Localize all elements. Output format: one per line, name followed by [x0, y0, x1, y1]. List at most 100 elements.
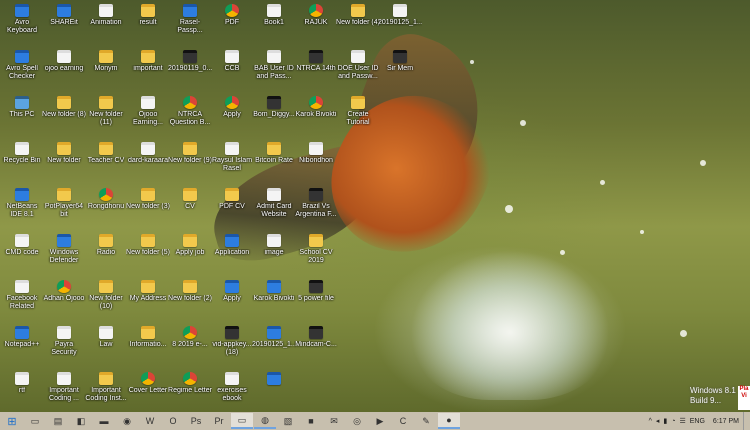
- desktop-icon[interactable]: ojoo earning: [42, 48, 86, 94]
- desktop-icon[interactable]: Brazil Vs Argentina F...: [294, 186, 338, 232]
- desktop-icon[interactable]: RAJUK: [294, 2, 338, 48]
- windows-start-icon[interactable]: ⊞: [1, 413, 23, 429]
- taskbar-firefox-icon[interactable]: ◉: [116, 413, 138, 429]
- desktop-icon[interactable]: Cover Letter: [126, 370, 170, 416]
- desktop-icon[interactable]: Rongdhonu: [84, 186, 128, 232]
- desktop-icon[interactable]: My Address: [126, 278, 170, 324]
- taskbar-task-view-icon[interactable]: ▭: [24, 413, 46, 429]
- desktop-icon[interactable]: Admit Card Website: [252, 186, 296, 232]
- desktop-icon[interactable]: PotPlayer64 bit: [42, 186, 86, 232]
- desktop-icon[interactable]: Karok Bivokti: [294, 94, 338, 140]
- desktop-icon[interactable]: Radio: [84, 232, 128, 278]
- desktop-icon[interactable]: Payra Security: [42, 324, 86, 370]
- taskbar-sticky-icon[interactable]: ■: [300, 413, 322, 429]
- desktop-icon[interactable]: Law: [84, 324, 128, 370]
- desktop-icon[interactable]: vid-appkey... (18): [210, 324, 254, 370]
- desktop-icon[interactable]: Informatio...: [126, 324, 170, 370]
- desktop-icon[interactable]: important: [126, 48, 170, 94]
- desktop-icon[interactable]: Facebook Related: [0, 278, 44, 324]
- desktop-icon[interactable]: Ojooo Earning...: [126, 94, 170, 140]
- desktop-icon[interactable]: Notepad++: [0, 324, 44, 370]
- tray-icon[interactable]: ◔: [671, 418, 675, 425]
- desktop-icon[interactable]: Create Tutorial: [336, 94, 380, 140]
- desktop-icon[interactable]: PDF: [210, 2, 254, 48]
- desktop-icon[interactable]: 20190125_1...: [252, 324, 296, 370]
- desktop-icon[interactable]: Monym: [84, 48, 128, 94]
- taskbar-folder-icon[interactable]: ▬: [93, 413, 115, 429]
- desktop-icon[interactable]: Recycle Bin: [0, 140, 44, 186]
- taskbar-chrome-icon[interactable]: ◍: [254, 413, 276, 429]
- taskbar-premiere-icon[interactable]: Pr: [208, 413, 230, 429]
- taskbar-recorder-icon[interactable]: ●: [438, 413, 460, 429]
- desktop-icon[interactable]: result: [126, 2, 170, 48]
- desktop-icon[interactable]: Animation: [84, 2, 128, 48]
- desktop-icon[interactable]: Apply: [210, 278, 254, 324]
- desktop-icon[interactable]: 20190125_1...: [378, 2, 422, 48]
- desktop-icon[interactable]: Windows Defender: [42, 232, 86, 278]
- desktop-icon[interactable]: Regime Letter: [168, 370, 212, 416]
- desktop-icon[interactable]: New folder (9): [168, 140, 212, 186]
- desktop-icon[interactable]: SHAREit: [42, 2, 86, 48]
- desktop-icon[interactable]: New folder (8): [42, 94, 86, 140]
- desktop-icon[interactable]: exercises ebook: [210, 370, 254, 416]
- desktop-icon[interactable]: 8 2019 e-...: [168, 324, 212, 370]
- desktop-icon[interactable]: Rasel-Passp...: [168, 2, 212, 48]
- desktop-icon[interactable]: Application: [210, 232, 254, 278]
- desktop-icon[interactable]: School CV 2019: [294, 232, 338, 278]
- desktop-icon[interactable]: image: [252, 232, 296, 278]
- desktop-icon[interactable]: Bitcoin Rate: [252, 140, 296, 186]
- desktop-icon[interactable]: New folder: [42, 140, 86, 186]
- taskbar-c-app-icon[interactable]: C: [392, 413, 414, 429]
- desktop-icon[interactable]: Apply job: [168, 232, 212, 278]
- desktop-icon[interactable]: NTRCA 14th: [294, 48, 338, 94]
- desktop-icon[interactable]: Avro Keyboard: [0, 2, 44, 48]
- desktop-icon[interactable]: New folder (3): [126, 186, 170, 232]
- desktop-icon[interactable]: PDF CV: [210, 186, 254, 232]
- taskbar-explorer-open-icon[interactable]: ▭: [231, 413, 253, 429]
- desktop-icon[interactable]: Karok Bivokti: [252, 278, 296, 324]
- desktop-icon[interactable]: New folder (10): [84, 278, 128, 324]
- desktop-icon[interactable]: This PC: [0, 94, 44, 140]
- tray-icon[interactable]: ▮: [663, 417, 667, 425]
- desktop-icon[interactable]: Raysul Islam Rasel: [210, 140, 254, 186]
- desktop-icon[interactable]: Avro Spell Checker: [0, 48, 44, 94]
- desktop-icon[interactable]: rtf: [0, 370, 44, 416]
- taskbar-mail-icon[interactable]: ✉: [323, 413, 345, 429]
- tray-icon[interactable]: ☰: [679, 417, 685, 425]
- taskbar-clock[interactable]: 6:17 PM: [713, 418, 739, 425]
- desktop-icon[interactable]: Apply: [210, 94, 254, 140]
- taskbar-photoshop-icon[interactable]: Ps: [185, 413, 207, 429]
- desktop-icon[interactable]: Important Coding ...: [42, 370, 86, 416]
- desktop-icon[interactable]: New folder (4): [336, 2, 380, 48]
- desktop-icon[interactable]: dard-karaara: [126, 140, 170, 186]
- desktop-icon[interactable]: New folder (2): [168, 278, 212, 324]
- tray-icon[interactable]: ^: [649, 418, 652, 425]
- desktop-icon[interactable]: Nibondhon: [294, 140, 338, 186]
- desktop-icon[interactable]: Bom_Diggy...: [252, 94, 296, 140]
- taskbar-tools-icon[interactable]: ✎: [415, 413, 437, 429]
- desktop-icon[interactable]: Book1: [252, 2, 296, 48]
- taskbar-store-icon[interactable]: ◧: [70, 413, 92, 429]
- taskbar-notes-icon[interactable]: ▧: [277, 413, 299, 429]
- desktop-icon[interactable]: [252, 370, 296, 416]
- desktop-icon[interactable]: 20190119_0...: [168, 48, 212, 94]
- desktop-icon[interactable]: Adhan Ojooo: [42, 278, 86, 324]
- desktop-icon[interactable]: CV: [168, 186, 212, 232]
- taskbar-media-icon[interactable]: ▶: [369, 413, 391, 429]
- desktop-icon[interactable]: CMD code: [0, 232, 44, 278]
- desktop-icon[interactable]: NetBeans IDE 8.1: [0, 186, 44, 232]
- desktop-icon[interactable]: BAB User ID and Pass...: [252, 48, 296, 94]
- desktop-icon[interactable]: New folder (11): [84, 94, 128, 140]
- desktop-icon[interactable]: Teacher CV: [84, 140, 128, 186]
- desktop-icon[interactable]: CCB: [210, 48, 254, 94]
- desktop-icon[interactable]: NTRCA Question B...: [168, 94, 212, 140]
- taskbar-word-icon[interactable]: W: [139, 413, 161, 429]
- taskbar-outlook-icon[interactable]: O: [162, 413, 184, 429]
- desktop-icon[interactable]: 5 power file: [294, 278, 338, 324]
- desktop-icon[interactable]: DOE User ID and Passw...: [336, 48, 380, 94]
- desktop-icon[interactable]: Important Coding Inst...: [84, 370, 128, 416]
- taskbar-camera-icon[interactable]: ◎: [346, 413, 368, 429]
- desktop-icon[interactable]: Sir Mem: [378, 48, 422, 94]
- taskbar-file-explorer-icon[interactable]: ▤: [47, 413, 69, 429]
- desktop-icon[interactable]: Mindcam-C...: [294, 324, 338, 370]
